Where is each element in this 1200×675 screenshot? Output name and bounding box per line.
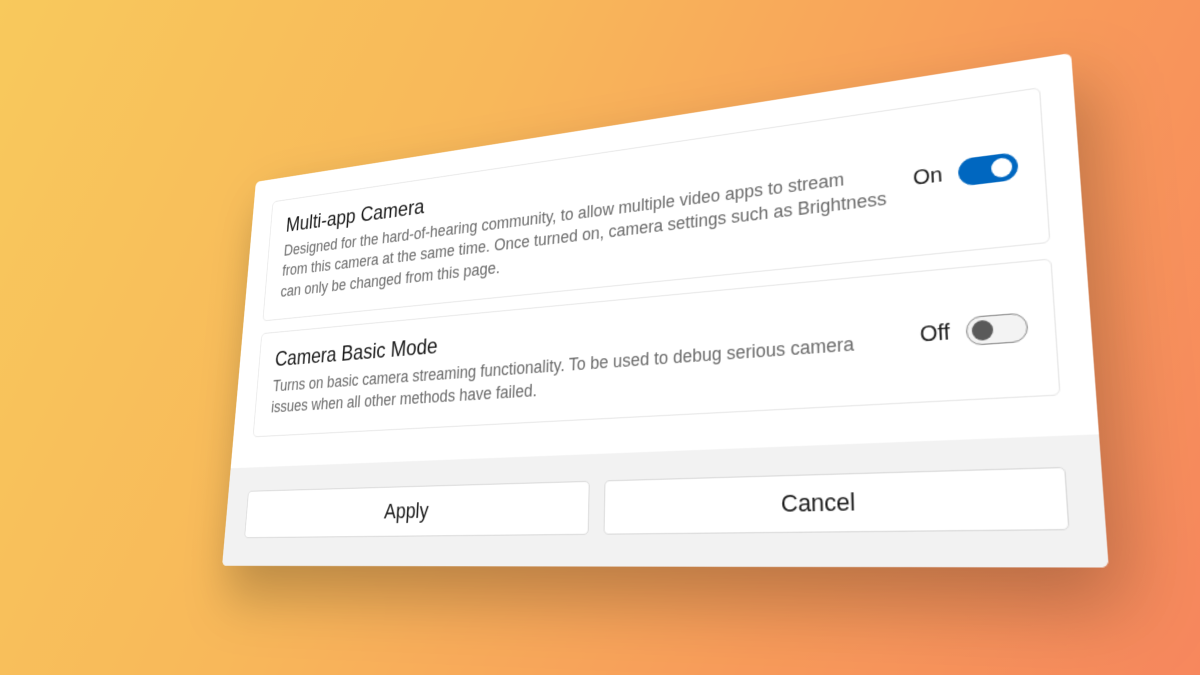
toggle-group: Off	[919, 312, 1028, 349]
multi-app-camera-toggle[interactable]	[958, 152, 1019, 187]
toggle-group: On	[913, 152, 1019, 192]
settings-area: Multi-app Camera Designed for the hard-o…	[231, 53, 1099, 469]
toggle-knob-icon	[991, 157, 1013, 179]
gradient-background: Multi-app Camera Designed for the hard-o…	[0, 0, 1200, 675]
toggle-state-label: On	[913, 163, 944, 191]
setting-text: Multi-app Camera Designed for the hard-o…	[280, 129, 889, 302]
toggle-state-label: Off	[919, 320, 950, 348]
settings-dialog: Multi-app Camera Designed for the hard-o…	[222, 53, 1109, 568]
toggle-knob-icon	[971, 319, 993, 341]
apply-button[interactable]: Apply	[244, 481, 590, 538]
cancel-button[interactable]: Cancel	[604, 467, 1070, 535]
camera-basic-mode-toggle[interactable]	[965, 312, 1028, 346]
setting-text: Camera Basic Mode Turns on basic camera …	[270, 293, 894, 418]
